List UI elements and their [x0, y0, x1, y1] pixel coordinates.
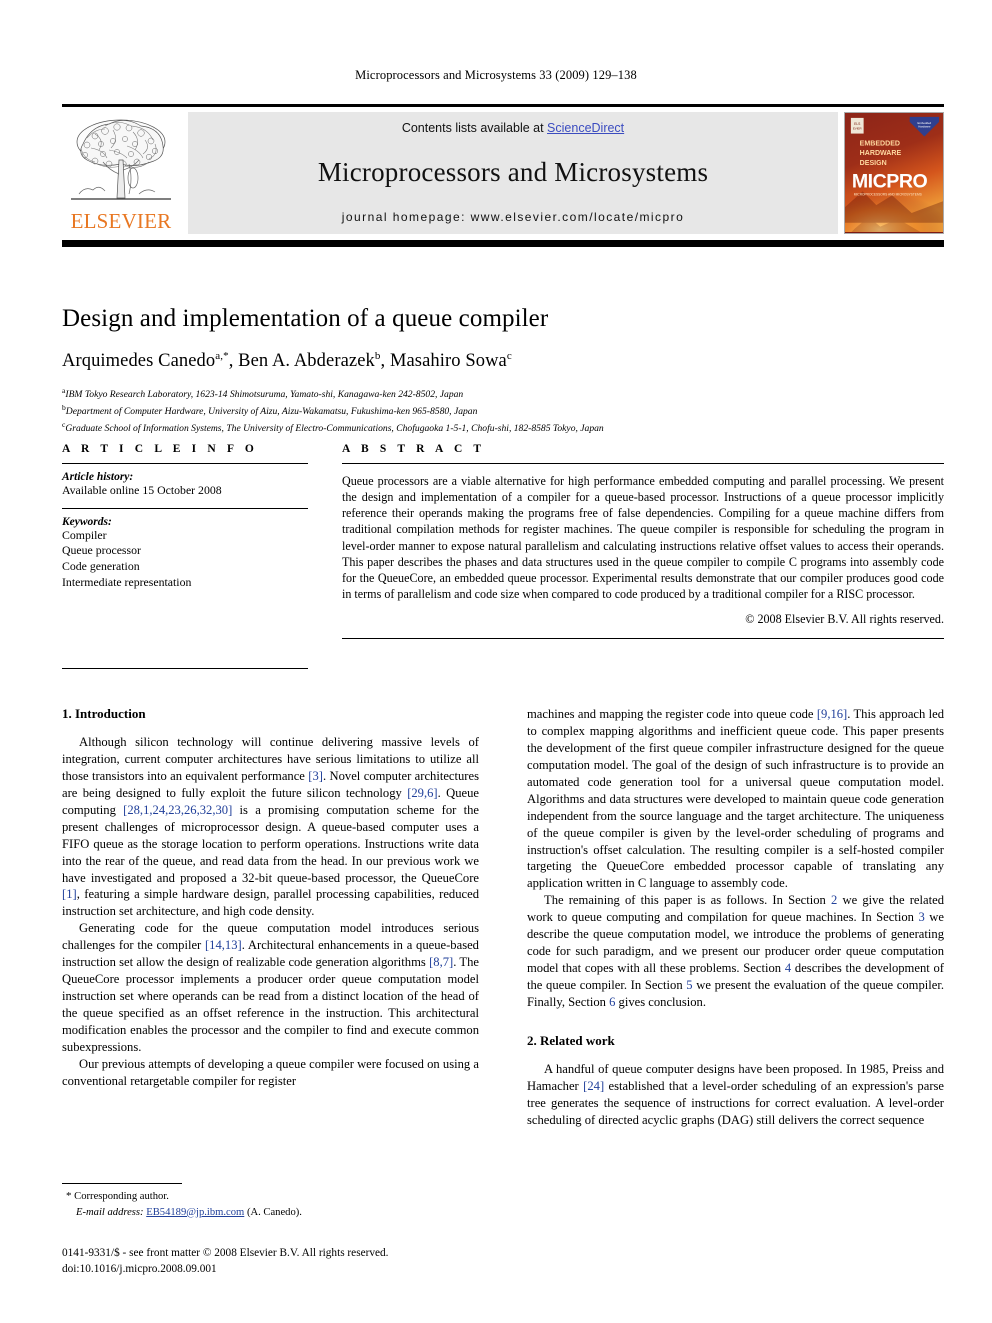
header-top-rule — [62, 104, 944, 107]
svg-text:EVIER: EVIER — [853, 126, 862, 130]
keyword-item: Queue processor — [62, 543, 141, 558]
email-note: E-mail address: EB54189@jp.ibm.com (A. C… — [62, 1205, 479, 1220]
footnote-rule — [62, 1183, 182, 1184]
page-title: Design and implementation of a queue com… — [62, 304, 549, 332]
svg-text:MICPRO: MICPRO — [852, 170, 928, 192]
author-list: Arquimedes Canedoa,*, Ben A. Abderazekb,… — [62, 349, 512, 371]
doi-line: doi:10.1016/j.micpro.2008.09.001 — [62, 1262, 217, 1275]
article-history-value: Available online 15 October 2008 — [62, 483, 222, 497]
svg-text:DESIGN: DESIGN — [860, 159, 887, 166]
body-left-column: 1. Introduction Although silicon technol… — [62, 706, 479, 1206]
svg-text:EMBEDDED: EMBEDDED — [860, 140, 900, 147]
affiliation-item: cGraduate School of Information Systems,… — [62, 419, 944, 436]
abstract-text: Queue processors are a viable alternativ… — [342, 474, 944, 601]
paragraph: machines and mapping the register code i… — [527, 707, 944, 891]
elsevier-logo: ELSEVIER — [62, 111, 180, 234]
svg-text:MICROPROCESSORS AND MICROSYSTE: MICROPROCESSORS AND MICROSYSTEMS — [854, 192, 922, 196]
affiliation-text-0: IBM Tokyo Research Laboratory, 1623-14 S… — [65, 389, 464, 401]
article-info-bottom-rule — [62, 668, 308, 670]
affiliation-item: aIBM Tokyo Research Laboratory, 1623-14 … — [62, 385, 944, 402]
keyword-item: Intermediate representation — [62, 574, 192, 589]
header-bottom-rule — [62, 239, 944, 247]
paragraph: Generating code for the queue computatio… — [62, 921, 479, 1054]
paragraph: A handful of queue computer designs have… — [527, 1061, 944, 1127]
title-block: Design and implementation of a queue com… — [62, 288, 944, 437]
article-history-label: Article history: — [62, 471, 134, 483]
author-marks-0: a,* — [215, 349, 229, 362]
abstract-column: A B S T R A C T Queue processors are a v… — [342, 443, 944, 669]
journal-header: ELSEVIER Contents lists available at Sci… — [62, 104, 944, 247]
affiliation-text-1: Department of Computer Hardware, Univers… — [65, 406, 478, 418]
svg-text:HARDWARE: HARDWARE — [860, 150, 902, 157]
keyword-item: Compiler — [62, 527, 107, 542]
body-right-column: machines and mapping the register code i… — [527, 706, 944, 1206]
body-columns: 1. Introduction Although silicon technol… — [62, 706, 944, 1206]
author-marks-1: b — [374, 349, 381, 362]
email-label: E-mail address: — [76, 1206, 144, 1218]
corresponding-author-label: Corresponding author. — [74, 1191, 169, 1202]
journal-title: Microprocessors and Microsystems — [317, 156, 709, 187]
keywords-label: Keywords: — [62, 515, 112, 528]
article-info-heading: A R T I C L E I N F O — [62, 443, 258, 455]
issn-line: 0141-9331/$ - see front matter © 2008 El… — [62, 1247, 389, 1259]
keyword-item: Code generation — [62, 559, 140, 574]
affiliation-item: bDepartment of Computer Hardware, Univer… — [62, 402, 944, 419]
keywords-rule — [62, 507, 308, 509]
sciencedirect-link[interactable]: ScienceDirect — [547, 121, 624, 135]
running-head: Microprocessors and Microsystems 33 (200… — [355, 68, 637, 82]
paragraph: Our previous attempts of developing a qu… — [62, 1056, 479, 1088]
elsevier-wordmark: ELSEVIER — [70, 208, 172, 233]
info-abstract-region: A R T I C L E I N F O Article history: A… — [62, 443, 944, 670]
journal-banner: Contents lists available at ScienceDirec… — [188, 111, 838, 234]
journal-cover-thumbnail: ELS EVIER Embedded Hardware EMBEDDED HAR… — [844, 111, 944, 234]
author-name-1: Ben A. Abderazek — [238, 350, 375, 371]
body-column-gap — [479, 706, 527, 1206]
svg-text:ELS: ELS — [854, 121, 861, 125]
article-info-rule — [62, 463, 308, 464]
paper-page: Microprocessors and Microsystems 33 (200… — [0, 0, 992, 1323]
svg-text:Hardware: Hardware — [918, 124, 931, 128]
journal-homepage[interactable]: journal homepage: www.elsevier.com/locat… — [342, 210, 684, 224]
affiliation-text-2: Graduate School of Information Systems, … — [65, 423, 604, 435]
contents-prefix-text: Contents lists available at — [401, 120, 548, 135]
abstract-bottom-rule — [342, 638, 944, 640]
column-gap — [308, 443, 342, 669]
keywords-list: Compiler Queue processor Code generation… — [62, 528, 308, 591]
author-name-0: Arquimedes Canedo — [62, 350, 216, 371]
abstract-heading: A B S T R A C T — [342, 443, 486, 455]
issn-doi-block: 0141-9331/$ - see front matter © 2008 El… — [62, 1246, 562, 1277]
elsevier-tree-icon — [71, 119, 171, 200]
contents-available-line: Contents lists available at ScienceDirec… — [402, 121, 624, 135]
abstract-copyright: © 2008 Elsevier B.V. All rights reserved… — [745, 612, 944, 627]
email-owner: (A. Canedo). — [246, 1206, 302, 1218]
abstract-rule — [342, 463, 944, 464]
section-heading-related-work: 2. Related work — [527, 1032, 615, 1048]
paragraph: Although silicon technology will continu… — [62, 735, 479, 919]
footnote-area: * Corresponding author. E-mail address: … — [62, 1183, 479, 1220]
author-name-2: Masahiro Sowa — [389, 350, 507, 371]
author-marks-2: c — [506, 349, 512, 362]
cover-artwork: ELS EVIER Embedded Hardware EMBEDDED HAR… — [845, 112, 943, 233]
section-heading-introduction: 1. Introduction — [62, 706, 146, 721]
article-info-column: A R T I C L E I N F O Article history: A… — [62, 443, 308, 670]
affiliation-list: aIBM Tokyo Research Laboratory, 1623-14 … — [62, 385, 944, 437]
corresponding-author-marker: * — [66, 1190, 72, 1202]
email-link[interactable]: EB54189@jp.ibm.com — [146, 1207, 244, 1218]
paragraph: The remaining of this paper is as follow… — [527, 893, 944, 1009]
corresponding-author-note: * Corresponding author. — [62, 1189, 479, 1205]
